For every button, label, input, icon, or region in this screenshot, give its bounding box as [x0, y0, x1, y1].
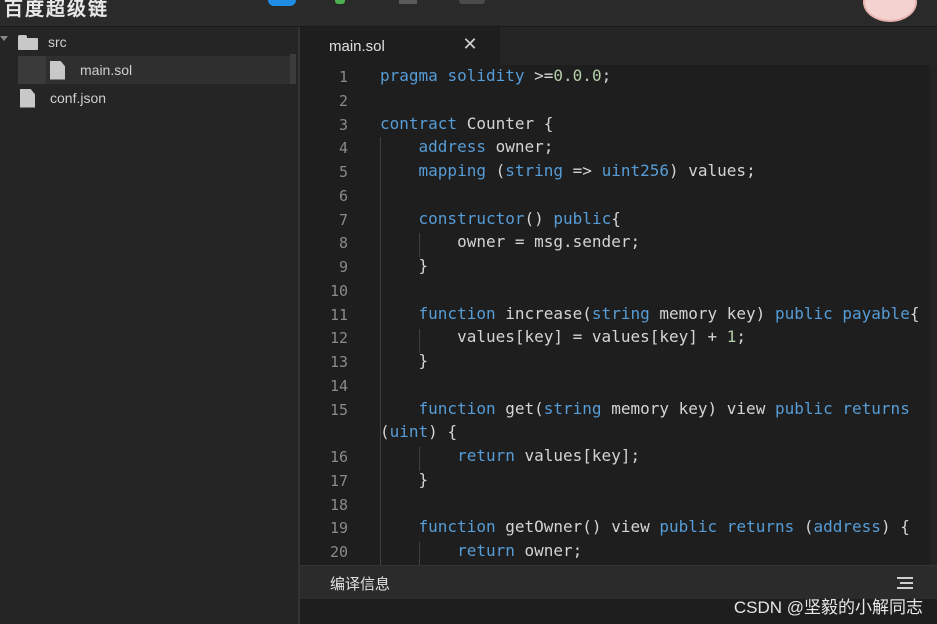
- line-number: 18: [329, 496, 348, 514]
- line-number: 8: [338, 234, 348, 252]
- app-logo: 百度超级链: [4, 0, 110, 20]
- code-line: 16 return values[key];: [300, 445, 937, 469]
- code-line: 13 }: [300, 350, 937, 374]
- code-text: pragma solidity >=0.0.0;: [380, 66, 612, 85]
- line-number: 11: [329, 306, 348, 324]
- code-text: mapping (string => uint256) values;: [418, 161, 756, 180]
- watermark: CSDN @坚毅的小解同志: [733, 598, 923, 617]
- code-text: }: [380, 351, 429, 370]
- code-text: }: [380, 256, 429, 275]
- line-number: 4: [338, 139, 348, 157]
- line-number: 6: [338, 187, 348, 205]
- code-text: }: [380, 470, 429, 489]
- line-number: 15: [329, 401, 348, 419]
- chevron-down-icon[interactable]: [0, 36, 8, 41]
- line-number: 2: [338, 92, 348, 110]
- code-line: 1 pragma solidity >=0.0.0;: [300, 65, 937, 89]
- code-text: owner = msg.sender;: [380, 232, 641, 251]
- code-line: 4 address owner;: [300, 136, 937, 160]
- code-text: contract Counter {: [380, 114, 554, 133]
- tab-main-sol[interactable]: main.sol ✕: [300, 27, 500, 67]
- line-number: 7: [338, 211, 348, 229]
- code-line: 7 constructor() public{: [300, 208, 937, 232]
- code-text: function getOwner() view public returns …: [418, 517, 910, 536]
- tree-item-label: src: [48, 34, 67, 50]
- editor-tab-bar: main.sol ✕: [300, 27, 937, 67]
- run-icon[interactable]: [335, 0, 345, 4]
- line-number: 16: [329, 448, 348, 466]
- code-line: 2: [300, 89, 937, 113]
- code-line: 15 function get(string memory key) view …: [300, 398, 937, 422]
- code-line: 19 function getOwner() view public retur…: [300, 516, 937, 540]
- tree-item-main-sol[interactable]: main.sol: [18, 56, 292, 84]
- tab-label: main.sol: [329, 38, 385, 55]
- line-number: 3: [338, 116, 348, 134]
- code-line: 5 mapping (string => uint256) values;: [300, 160, 937, 184]
- code-line: 17 }: [300, 469, 937, 493]
- line-number: 14: [329, 377, 348, 395]
- line-number: 9: [338, 258, 348, 276]
- panel-title: 编译信息: [330, 576, 391, 593]
- tree-item-conf-json[interactable]: conf.json: [20, 84, 106, 112]
- settings-icon[interactable]: [459, 0, 485, 4]
- editor-scrollbar[interactable]: [930, 65, 937, 565]
- file-icon: [50, 60, 65, 80]
- code-editor[interactable]: 1 pragma solidity >=0.0.0; 2 3 contract …: [300, 65, 937, 565]
- code-line: 11 function increase(string memory key) …: [300, 303, 937, 327]
- tree-item-label: main.sol: [80, 62, 133, 78]
- code-line: 6: [300, 184, 937, 208]
- code-text: function get(string memory key) view pub…: [418, 399, 910, 418]
- code-line: 18: [300, 493, 937, 517]
- code-line: 3 contract Counter {: [300, 113, 937, 137]
- code-text: return values[key];: [457, 446, 641, 465]
- line-number: 20: [329, 543, 348, 561]
- line-number: 17: [329, 472, 348, 490]
- save-icon[interactable]: [399, 0, 417, 4]
- close-icon[interactable]: ✕: [460, 35, 480, 55]
- tree-item-label: conf.json: [50, 90, 107, 106]
- code-line: 12 values[key] = values[key] + 1;: [300, 326, 937, 350]
- code-line: (uint) {: [300, 421, 937, 445]
- line-number: 1: [338, 68, 348, 86]
- code-text: return owner;: [457, 541, 583, 560]
- top-toolbar: 百度超级链: [0, 0, 937, 27]
- line-number: 12: [329, 329, 348, 347]
- code-text: (uint) {: [380, 422, 458, 441]
- tree-item-src-folder[interactable]: src: [0, 28, 67, 56]
- code-line: 20 return owner;: [300, 540, 937, 564]
- sidebar-scrollbar[interactable]: [290, 54, 296, 84]
- file-icon: [20, 88, 35, 108]
- line-number: 10: [329, 282, 348, 300]
- file-explorer: src main.sol conf.json: [0, 27, 300, 624]
- code-text: values[key] = values[key] + 1;: [380, 327, 747, 346]
- code-text: constructor() public{: [418, 209, 621, 228]
- code-text: address owner;: [418, 137, 554, 156]
- menu-icon[interactable]: [897, 577, 913, 589]
- line-number: 13: [329, 353, 348, 371]
- user-avatar[interactable]: [863, 0, 917, 22]
- folder-icon: [18, 34, 38, 50]
- line-number: 5: [338, 163, 348, 181]
- code-line: 9 }: [300, 255, 937, 279]
- code-text: function increase(string memory key) pub…: [418, 304, 920, 323]
- deploy-icon[interactable]: [268, 0, 296, 6]
- code-line: 8 owner = msg.sender;: [300, 231, 937, 255]
- selection-marker: [18, 56, 46, 84]
- line-number: 19: [329, 519, 348, 537]
- code-line: 14: [300, 374, 937, 398]
- code-line: 10: [300, 279, 937, 303]
